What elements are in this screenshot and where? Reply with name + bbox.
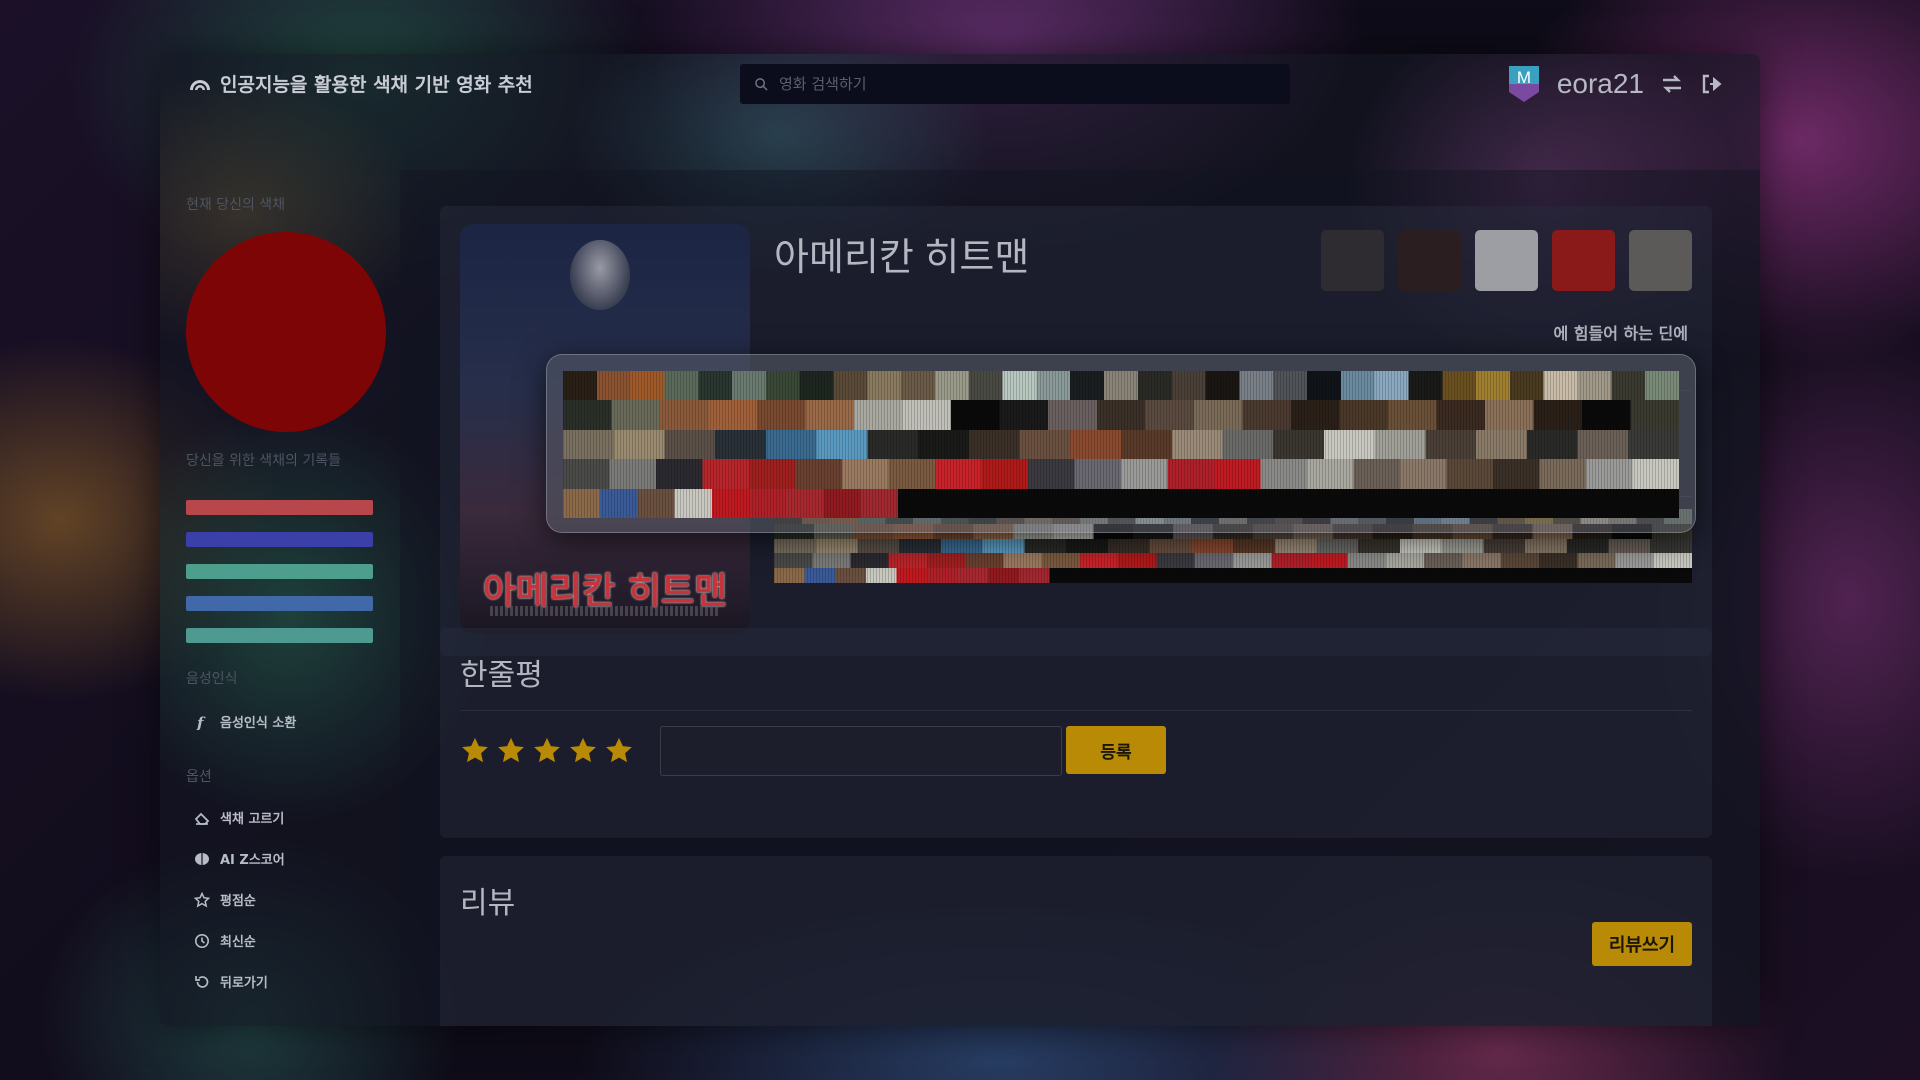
option-go-back[interactable]: 뒤로가기 bbox=[194, 972, 268, 991]
current-color-label: 현재 당신의 색채 bbox=[186, 197, 286, 213]
color-history-bar[interactable] bbox=[186, 532, 373, 547]
palette-swatch bbox=[1321, 230, 1384, 291]
app-window: 인공지능을 활용한 색채 기반 영화 추천 M eora21 bbox=[160, 54, 1760, 1026]
brain-icon bbox=[195, 852, 209, 865]
rainbow-icon bbox=[190, 79, 210, 90]
swap-icon[interactable] bbox=[1660, 72, 1684, 96]
poster-credits bbox=[490, 606, 720, 616]
option-ai-zscore[interactable]: AI Z스코어 bbox=[194, 849, 285, 868]
poster-portrait bbox=[570, 240, 630, 310]
voice-item-label: 음성인식 소환 bbox=[220, 716, 297, 731]
movie-palette bbox=[1321, 230, 1692, 291]
barcode-row bbox=[774, 553, 1692, 569]
color-history-label: 당신을 위한 색채의 기록들 bbox=[186, 453, 342, 469]
color-history-bar[interactable] bbox=[186, 628, 373, 643]
brand[interactable]: 인공지능을 활용한 색채 기반 영화 추천 bbox=[188, 70, 533, 97]
search-bar[interactable] bbox=[740, 64, 1290, 104]
divider bbox=[460, 710, 1692, 711]
write-review-button[interactable]: 리뷰쓰기 bbox=[1592, 922, 1692, 966]
membership-badge-icon: M bbox=[1508, 66, 1539, 102]
option-label: 평점순 bbox=[220, 894, 256, 909]
palette-swatch bbox=[1629, 230, 1692, 291]
voice-section-label: 음성인식 bbox=[186, 671, 238, 687]
reviews-card: 리뷰 리뷰쓰기 bbox=[440, 856, 1712, 1026]
search-input[interactable] bbox=[777, 74, 1261, 94]
option-pick-color[interactable]: 색채 고르기 bbox=[194, 808, 284, 827]
barcode-row bbox=[774, 538, 1692, 554]
clock-icon bbox=[195, 933, 209, 948]
logout-icon[interactable] bbox=[1700, 72, 1724, 96]
palette-swatch bbox=[1475, 230, 1538, 291]
user-area: M eora21 bbox=[1507, 64, 1724, 104]
palette-swatch bbox=[1552, 230, 1615, 291]
star-icon[interactable] bbox=[604, 736, 634, 766]
movie-plot-excerpt: 에 힘들어 하는 딘에 bbox=[1553, 324, 1688, 343]
option-sort-rating[interactable]: 평점순 bbox=[194, 890, 256, 909]
option-label: 최신순 bbox=[220, 935, 256, 950]
option-label: 뒤로가기 bbox=[220, 976, 268, 991]
barcode-row bbox=[563, 459, 1679, 489]
voice-recognition-button[interactable]: f 음성인식 소환 bbox=[194, 712, 297, 732]
barcode-row bbox=[563, 371, 1679, 401]
rating-stars[interactable] bbox=[460, 736, 634, 766]
options-section-label: 옵션 bbox=[186, 769, 212, 785]
search-icon bbox=[755, 77, 768, 91]
badge-letter: M bbox=[1517, 68, 1531, 87]
submit-button[interactable]: 등록 bbox=[1066, 726, 1166, 774]
star-icon[interactable] bbox=[532, 736, 562, 766]
color-history-bar[interactable] bbox=[186, 596, 373, 611]
oneline-input[interactable] bbox=[660, 726, 1062, 776]
barcode-row bbox=[774, 568, 1692, 583]
movie-title: 아메리칸 히트맨 bbox=[774, 237, 1030, 279]
barcode-zoom-strips bbox=[563, 371, 1679, 518]
palette-icon bbox=[194, 812, 210, 825]
current-color-circle bbox=[186, 232, 386, 432]
main-content: 아메리칸 히트맨 아메리칸 히트맨 에 힘들어 하는 딘에 한줄평 등록 리뷰 … bbox=[400, 170, 1760, 1026]
barcode-row bbox=[563, 429, 1679, 460]
header: 인공지능을 활용한 색채 기반 영화 추천 M eora21 bbox=[160, 54, 1760, 112]
barcode-row bbox=[563, 400, 1679, 430]
function-icon: f bbox=[196, 714, 206, 730]
sidebar: 현재 당신의 색채 당신을 위한 색채의 기록들 음성인식 f 음성인식 소환 … bbox=[160, 112, 400, 1026]
star-icon[interactable] bbox=[568, 736, 598, 766]
star-icon[interactable] bbox=[496, 736, 526, 766]
star-icon[interactable] bbox=[460, 736, 490, 766]
reviews-heading: 리뷰 bbox=[460, 887, 516, 920]
option-label: 색채 고르기 bbox=[220, 812, 285, 827]
svg-text:f: f bbox=[196, 714, 206, 730]
oneline-review-card: 한줄평 등록 bbox=[440, 628, 1712, 838]
color-history-bar[interactable] bbox=[186, 500, 373, 515]
star-outline-icon bbox=[194, 891, 210, 907]
brand-title: 인공지능을 활용한 색채 기반 영화 추천 bbox=[220, 74, 533, 96]
undo-icon bbox=[195, 975, 209, 988]
username[interactable]: eora21 bbox=[1557, 68, 1644, 100]
palette-swatch bbox=[1398, 230, 1461, 291]
color-history-bar[interactable] bbox=[186, 564, 373, 579]
barcode-row bbox=[563, 488, 1679, 518]
option-sort-latest[interactable]: 최신순 bbox=[194, 931, 256, 950]
option-label: AI Z스코어 bbox=[220, 853, 285, 868]
barcode-zoom-popup[interactable] bbox=[546, 354, 1696, 533]
oneline-heading: 한줄평 bbox=[460, 659, 543, 692]
